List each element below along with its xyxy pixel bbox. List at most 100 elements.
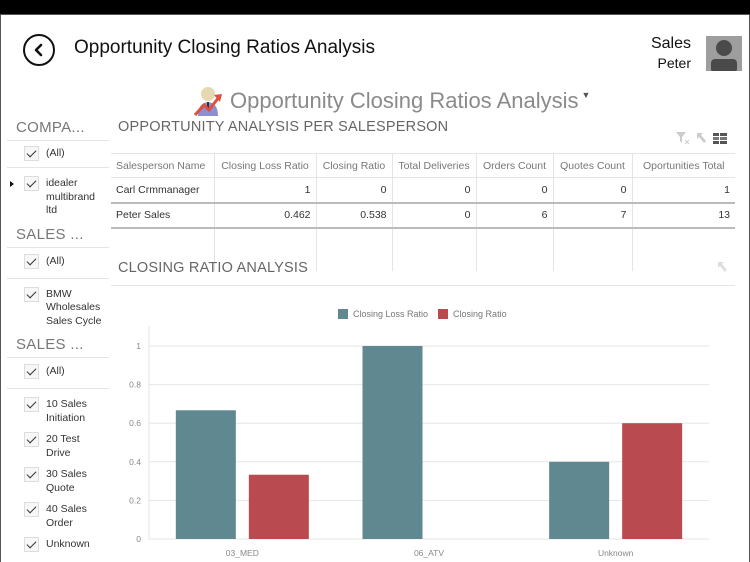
checkbox-checked-icon[interactable] <box>24 537 39 552</box>
column-header[interactable]: Salesperson Name <box>111 153 214 178</box>
sales-growth-icon <box>194 87 222 117</box>
empty-cell <box>552 227 632 271</box>
cell-salesperson: Carl Crmmanager <box>111 177 214 204</box>
column-header[interactable]: Quotes Count <box>552 153 632 178</box>
empty-cell <box>391 227 476 271</box>
filter-item-label: 40 Sales Order <box>46 503 87 529</box>
user-role: Sales <box>650 35 691 52</box>
filter-panel: COMPA... (All) idealer multibrand ltd SA… <box>7 117 109 558</box>
checkbox-checked-icon[interactable] <box>24 502 39 517</box>
filter-item-label: (All) <box>46 254 65 267</box>
filter-item-label: BMW Wholesales Sales Cycle <box>46 287 102 327</box>
checkbox-checked-icon[interactable] <box>24 286 39 302</box>
filter-group-sales-stage: SALES ... (All) 10 Sales Initiation 20 T… <box>7 334 109 558</box>
bar-closing-ratio <box>248 474 309 539</box>
cell-closing-loss-ratio: 1 <box>213 177 316 204</box>
checkbox-checked-icon[interactable] <box>24 364 39 379</box>
app-window: Opportunity Closing Ratios Analysis Sale… <box>0 14 750 562</box>
filter-header-company: COMPA... <box>7 117 109 141</box>
avatar[interactable] <box>706 36 742 71</box>
filter-item-all[interactable]: (All) <box>7 248 109 279</box>
empty-cell <box>315 227 392 271</box>
table-row[interactable]: Peter Sales 0.462 0.538 0 6 7 13 <box>111 202 735 229</box>
drill-up-icon[interactable] <box>717 261 728 273</box>
filter-group-sales-cycle: SALES ... (All) BMW Wholesales Sales Cyc… <box>7 224 109 335</box>
checkbox-checked-icon[interactable] <box>24 253 39 269</box>
filter-item-sales-order[interactable]: 40 Sales Order <box>7 499 109 534</box>
filter-item-all[interactable]: (All) <box>7 358 109 389</box>
cell-closing-ratio: 0 <box>315 177 392 204</box>
cell-opportunities-total: 1 <box>631 177 735 204</box>
empty-cell <box>475 227 553 271</box>
filter-item-label: idealer multibrand ltd <box>46 177 96 216</box>
table-header-row: Salesperson Name Closing Loss Ratio Clos… <box>111 153 735 178</box>
table-row[interactable]: Carl Crmmanager 1 0 0 0 0 1 <box>111 177 735 204</box>
cell-total-deliveries: 0 <box>391 177 476 204</box>
checkbox-checked-icon[interactable] <box>24 176 39 191</box>
filter-item-label: (All) <box>46 147 65 159</box>
table-widget-title: OPPORTUNITY ANALYSIS PER SALESPERSON <box>118 119 449 135</box>
checkbox-checked-icon[interactable] <box>24 432 39 447</box>
user-name: Peter <box>657 55 691 71</box>
bar-closing-ratio <box>622 423 683 539</box>
x-tick-label: 03_MED <box>226 548 259 558</box>
clear-filter-icon[interactable] <box>676 132 690 144</box>
filter-item-label: (All) <box>46 365 65 377</box>
column-header[interactable]: Closing Ratio <box>315 153 392 178</box>
filter-item-sales-initiation[interactable]: 10 Sales Initiation <box>7 389 109 429</box>
filter-item-unknown[interactable]: Unknown <box>7 534 109 558</box>
x-tick-label: 06_ATV <box>414 548 444 558</box>
checkbox-checked-icon[interactable] <box>24 467 39 482</box>
chart-widget-title: CLOSING RATIO ANALYSIS <box>118 260 308 276</box>
checkbox-checked-icon[interactable] <box>24 397 39 412</box>
cell-quotes-count: 0 <box>552 177 632 204</box>
y-tick-label: 1 <box>136 341 141 351</box>
filter-item-label: Unknown <box>46 538 90 550</box>
filter-item-sales-quote[interactable]: 30 Sales Quote <box>7 464 109 499</box>
y-tick-label: 0.2 <box>129 495 141 505</box>
back-button[interactable] <box>23 34 55 66</box>
expand-arrow-icon[interactable] <box>10 181 14 187</box>
cell-closing-ratio: 0.538 <box>315 202 392 229</box>
filter-item-label: 10 Sales Initiation <box>46 398 87 424</box>
filter-item-bmw-wholesales[interactable]: BMW Wholesales Sales Cycle <box>7 279 109 335</box>
salesperson-table: Salesperson Name Closing Loss Ratio Clos… <box>111 153 735 271</box>
bar-closing-loss-ratio <box>362 346 423 539</box>
filter-item-all[interactable]: (All) <box>7 141 109 168</box>
filter-header-sales-stage: SALES ... <box>7 334 109 358</box>
user-icon <box>711 40 737 71</box>
filter-header-sales-cycle: SALES ... <box>7 224 109 248</box>
cell-closing-loss-ratio: 0.462 <box>213 202 316 229</box>
x-tick-label: Unknown <box>598 548 634 558</box>
filter-item-idealer[interactable]: idealer multibrand ltd <box>7 168 109 224</box>
y-tick-label: 0 <box>136 534 141 544</box>
drill-up-icon[interactable] <box>696 132 707 144</box>
cell-orders-count: 0 <box>475 177 553 204</box>
filter-item-test-drive[interactable]: 20 Test Drive <box>7 429 109 464</box>
column-header[interactable]: Orders Count <box>475 153 553 178</box>
dashboard-title-selector[interactable]: Opportunity Closing Ratios Analysis ▼ <box>194 81 590 121</box>
filter-group-company: COMPA... (All) idealer multibrand ltd <box>7 117 109 224</box>
y-tick-label: 0.4 <box>129 457 141 467</box>
cell-opportunities-total: 13 <box>631 202 735 229</box>
column-header[interactable]: Oportunities Total <box>631 153 735 178</box>
filter-item-label: 20 Test Drive <box>46 433 80 459</box>
table-view-icon[interactable] <box>713 132 727 144</box>
page-title: Opportunity Closing Ratios Analysis <box>74 37 375 58</box>
cell-total-deliveries: 0 <box>391 202 476 229</box>
y-tick-label: 0.6 <box>129 418 141 428</box>
column-header[interactable]: Total Deliveries <box>391 153 476 178</box>
chevron-left-icon <box>34 43 43 57</box>
dropdown-caret-icon: ▼ <box>581 90 591 100</box>
chart-title-divider <box>111 285 735 286</box>
bar-closing-loss-ratio <box>175 410 236 539</box>
column-header[interactable]: Closing Loss Ratio <box>213 153 316 178</box>
cell-orders-count: 6 <box>475 202 553 229</box>
cell-salesperson: Peter Sales <box>111 202 214 229</box>
table-toolbar <box>676 132 727 144</box>
cell-quotes-count: 7 <box>552 202 632 229</box>
checkbox-checked-icon[interactable] <box>24 146 39 161</box>
bar-closing-loss-ratio <box>549 461 610 539</box>
dashboard-title: Opportunity Closing Ratios Analysis <box>230 88 579 113</box>
y-tick-label: 0.8 <box>129 380 141 390</box>
